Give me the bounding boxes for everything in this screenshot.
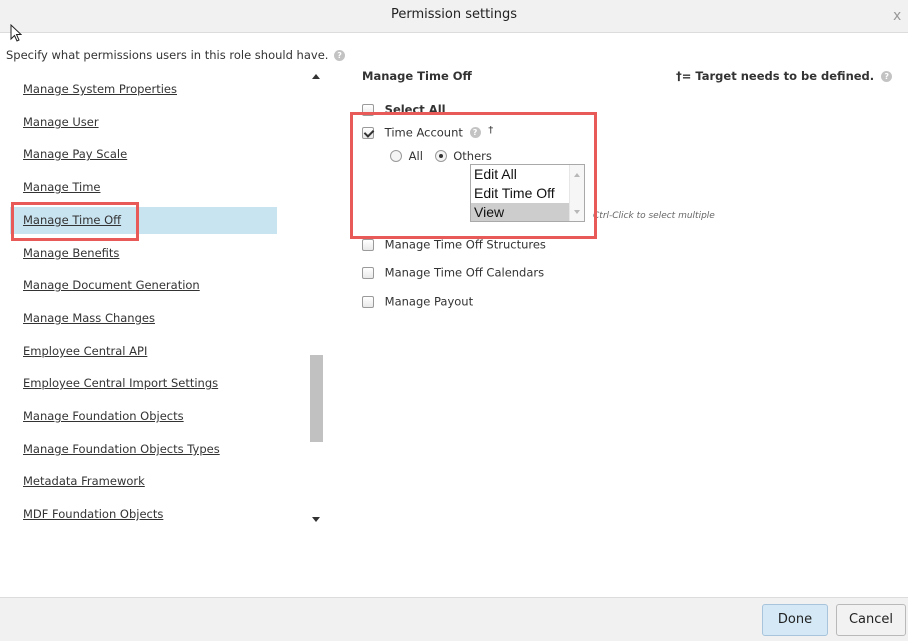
manage-time-off-structures-checkbox[interactable]	[362, 238, 374, 251]
close-icon[interactable]: x	[893, 8, 901, 24]
perm-item-manage-foundation-objects-types[interactable]: Manage Foundation Objects Types	[10, 436, 277, 463]
dialog-title: Permission settings	[390, 7, 518, 22]
intro-label: Specify what permissions users in this r…	[6, 48, 329, 62]
multiselect-hint: Ctrl-Click to select multiple	[593, 211, 715, 221]
perm-item-employee-central-import-settings[interactable]: Employee Central Import Settings	[10, 370, 277, 397]
mouse-cursor-icon	[10, 24, 22, 42]
intro-text: Specify what permissions users in this r…	[6, 48, 346, 62]
checkbox-label: Manage Time Off Structures	[384, 237, 546, 252]
scroll-up-icon[interactable]	[312, 74, 320, 79]
perm-item-employee-central-api[interactable]: Employee Central API	[10, 338, 277, 365]
checkbox-row: Manage Payout	[362, 294, 473, 310]
list-scrollbar[interactable]	[308, 66, 325, 532]
manage-payout-checkbox[interactable]	[362, 295, 374, 308]
done-button[interactable]: Done	[762, 604, 828, 636]
checkbox-label: Manage Time Off Calendars	[384, 265, 545, 280]
scroll-down-icon[interactable]	[312, 517, 320, 522]
checkbox-label: Manage Payout	[384, 294, 474, 309]
perm-item-manage-document-generation[interactable]: Manage Document Generation	[10, 272, 277, 299]
perm-item-manage-mass-changes[interactable]: Manage Mass Changes	[10, 305, 277, 332]
perm-item-manage-user[interactable]: Manage User	[10, 109, 277, 136]
perm-item-mdf-foundation-objects[interactable]: MDF Foundation Objects	[10, 501, 277, 528]
perm-item-metadata-framework[interactable]: Metadata Framework	[10, 468, 277, 495]
target-note: †= Target needs to be defined. ?	[676, 69, 893, 83]
scroll-thumb[interactable]	[310, 355, 323, 442]
checkbox-row: Manage Time Off Structures	[362, 237, 546, 253]
target-note-label: †= Target needs to be defined.	[676, 69, 875, 83]
perm-item-manage-time[interactable]: Manage Time	[10, 174, 277, 201]
perm-item-manage-system-properties[interactable]: Manage System Properties	[10, 76, 277, 103]
section-title: Manage Time Off	[362, 69, 472, 83]
manage-time-off-calendars-checkbox[interactable]	[362, 266, 374, 279]
highlight-box-time-account	[350, 112, 597, 239]
permission-category-list: Manage System Properties Manage User Man…	[0, 66, 305, 536]
help-icon[interactable]: ?	[334, 50, 346, 61]
checkbox-row: Manage Time Off Calendars	[362, 265, 544, 281]
help-icon[interactable]: ?	[881, 71, 893, 82]
perm-item-manage-foundation-objects[interactable]: Manage Foundation Objects	[10, 403, 277, 430]
perm-item-manage-pay-scale[interactable]: Manage Pay Scale	[10, 141, 277, 168]
dialog-titlebar: Permission settings x	[0, 0, 908, 33]
perm-item-manage-benefits[interactable]: Manage Benefits	[10, 240, 277, 267]
cancel-button[interactable]: Cancel	[836, 604, 906, 636]
highlight-box-selected-item	[11, 202, 139, 241]
